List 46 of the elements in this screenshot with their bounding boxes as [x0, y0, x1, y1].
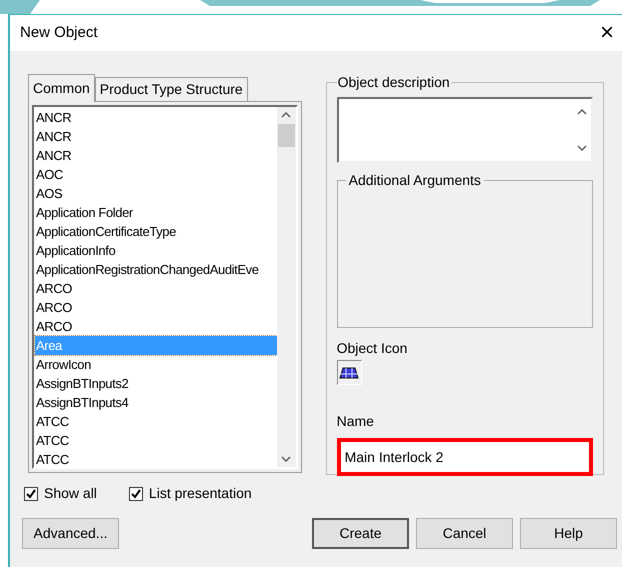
description-field[interactable] [336, 97, 593, 163]
field-label: Name [336, 412, 375, 431]
list-item[interactable]: ARCO [35, 298, 277, 317]
list-item[interactable]: AssignBTInputs4 [35, 393, 277, 412]
scroll-up-icon[interactable] [576, 109, 586, 115]
check-icon [130, 488, 141, 498]
list-item[interactable]: Application Folder [35, 203, 277, 222]
list-item[interactable]: ATCC [35, 431, 277, 450]
close-button[interactable]: × [596, 21, 618, 45]
tab[interactable]: Product Type Structure [94, 77, 248, 101]
list-item[interactable]: ATCC [35, 412, 277, 431]
scrollbar[interactable] [276, 107, 296, 467]
group-label: Additional Arguments [346, 172, 484, 188]
scroll-up-icon[interactable] [281, 112, 292, 118]
scroll-down-icon[interactable] [281, 456, 292, 462]
checkbox-label: List presentation [148, 484, 252, 503]
group-label: Object description [336, 74, 451, 90]
dialog-button[interactable]: Advanced... [22, 518, 119, 549]
list-item[interactable]: AssignBTInputs2 [35, 374, 277, 393]
check-icon [26, 488, 36, 498]
list-item[interactable]: AOC [35, 165, 277, 184]
scroll-down-icon[interactable] [576, 145, 586, 151]
tab[interactable]: Common [28, 74, 95, 102]
dialog-button[interactable]: Cancel [416, 518, 513, 549]
list-item[interactable]: ApplicationCertificateType [35, 222, 277, 241]
checkbox-label: Show all [44, 484, 97, 503]
list-item[interactable]: AOS [35, 184, 277, 203]
scroll-thumb[interactable] [278, 124, 295, 147]
window-title: New Object [20, 22, 98, 43]
checkbox[interactable] [24, 486, 38, 500]
object-icon-button[interactable] [336, 360, 362, 385]
list-item[interactable]: ATCC [35, 450, 277, 469]
name-field[interactable]: Main Interlock 2 [336, 438, 593, 476]
list-item[interactable]: ANCR [35, 127, 277, 146]
area-icon [339, 366, 360, 380]
list-item[interactable]: ApplicationRegistrationChangedAuditEve [35, 260, 277, 279]
list-item[interactable]: ApplicationInfo [35, 241, 277, 260]
checkbox[interactable] [128, 486, 143, 500]
list-item[interactable]: ANCR [35, 108, 277, 127]
field-label: Object Icon [336, 339, 408, 358]
default-dialog-button[interactable]: Create [312, 518, 409, 549]
list-item[interactable]: ARCO [35, 317, 277, 336]
list-item[interactable]: ANCR [35, 146, 277, 165]
dialog-button[interactable]: Help [520, 518, 617, 549]
list-item[interactable]: ARCO [35, 279, 277, 298]
list-item[interactable]: ArrowIcon [35, 355, 277, 374]
